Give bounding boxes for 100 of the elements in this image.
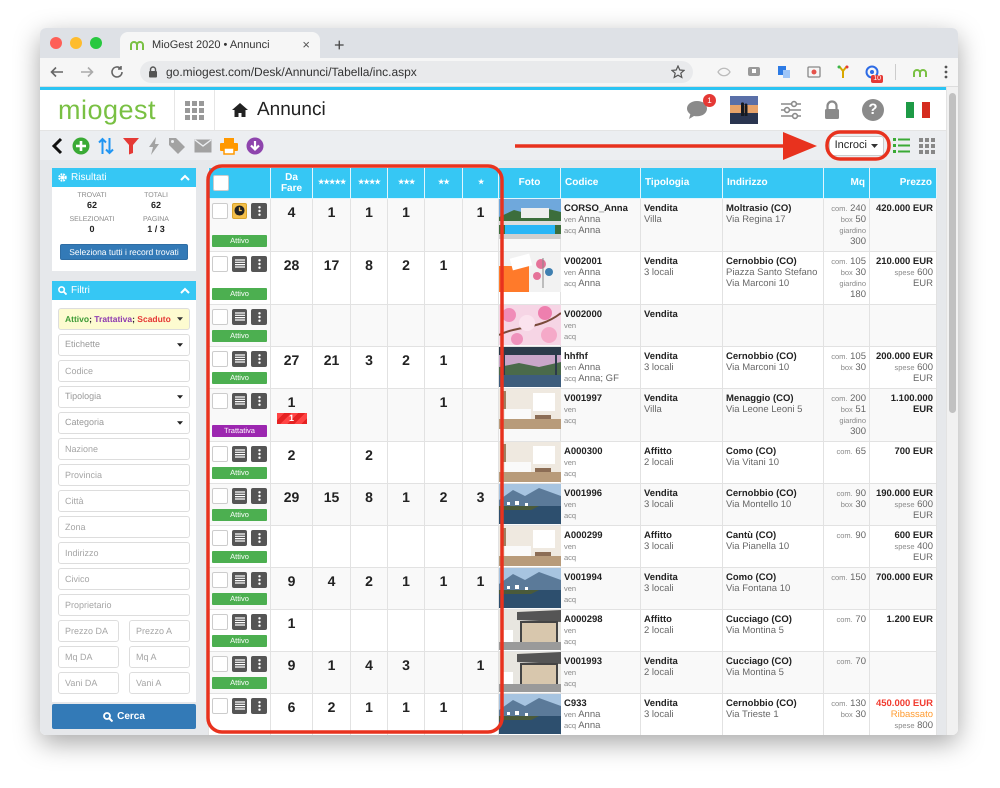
extension-icon[interactable] <box>865 65 879 79</box>
row-checkbox[interactable] <box>212 614 228 630</box>
input-field[interactable]: Mq DA <box>58 646 119 668</box>
sort-icon[interactable] <box>98 136 114 154</box>
apps-grid-icon[interactable] <box>185 100 204 120</box>
select-field[interactable]: Tipologia <box>58 386 190 408</box>
download-icon[interactable] <box>246 136 264 154</box>
more-button[interactable] <box>251 446 268 462</box>
column-header[interactable]: Foto <box>498 168 560 198</box>
notes-button[interactable] <box>232 256 248 272</box>
forward-icon[interactable] <box>80 65 94 79</box>
chevron-up-icon[interactable] <box>180 174 190 181</box>
property-type: 2 locali <box>644 456 675 468</box>
row-checkbox[interactable] <box>212 698 228 714</box>
back-icon[interactable] <box>50 136 64 154</box>
status-select[interactable]: Attivo; Trattativa; Scaduto <box>58 308 190 330</box>
column-header[interactable]: Codice <box>560 168 640 198</box>
menu-icon[interactable] <box>944 65 948 79</box>
input-field[interactable]: Nazione <box>58 438 190 460</box>
list-view-icon[interactable] <box>893 138 910 153</box>
select-field[interactable]: Categoria <box>58 412 190 434</box>
column-header[interactable]: Mq <box>824 168 870 198</box>
help-button[interactable]: ? <box>862 99 884 121</box>
filter-icon[interactable] <box>122 136 140 154</box>
more-button[interactable] <box>251 656 268 672</box>
tag-icon[interactable] <box>168 136 186 154</box>
mail-icon[interactable] <box>194 138 212 152</box>
input-field[interactable]: Codice <box>58 360 190 382</box>
more-button[interactable] <box>251 350 268 366</box>
new-tab-button[interactable]: + <box>330 32 349 58</box>
extension-icon[interactable] <box>837 65 849 79</box>
more-button[interactable] <box>251 530 268 546</box>
view-dropdown[interactable]: Incroci <box>828 136 884 156</box>
add-icon[interactable] <box>72 136 90 154</box>
grid-view-icon[interactable] <box>919 138 935 154</box>
input-field[interactable]: Città <box>58 490 190 512</box>
column-header[interactable]: Indirizzo <box>722 168 824 198</box>
scrollbar[interactable] <box>946 87 958 735</box>
search-button[interactable]: Cerca <box>52 704 196 729</box>
notes-button[interactable] <box>232 308 248 324</box>
input-field[interactable]: Prezzo A <box>129 620 190 642</box>
extension-icon[interactable] <box>807 65 821 79</box>
notes-button[interactable] <box>232 350 248 366</box>
clock-button[interactable] <box>232 202 248 218</box>
column-header[interactable]: Tipologia <box>640 168 722 198</box>
more-button[interactable] <box>251 256 268 272</box>
select-all-button[interactable]: Seleziona tutti i record trovati <box>60 244 188 260</box>
extension-icon[interactable] <box>777 65 791 79</box>
notes-button[interactable] <box>232 698 248 714</box>
more-button[interactable] <box>251 614 268 630</box>
notes-button[interactable] <box>232 488 248 504</box>
chevron-up-icon[interactable] <box>180 287 190 294</box>
column-header[interactable]: Prezzo <box>870 168 936 198</box>
input-field[interactable]: Zona <box>58 516 190 538</box>
chat-icon[interactable] <box>686 100 708 120</box>
input-field[interactable]: Prezzo DA <box>58 620 119 642</box>
more-button[interactable] <box>251 488 268 504</box>
close-button[interactable] <box>50 37 62 49</box>
row-checkbox[interactable] <box>212 350 228 366</box>
more-button[interactable] <box>251 572 268 588</box>
notes-button[interactable] <box>232 530 248 546</box>
row-checkbox[interactable] <box>212 446 228 462</box>
row-checkbox[interactable] <box>212 308 228 324</box>
notes-button[interactable] <box>232 656 248 672</box>
row-checkbox[interactable] <box>212 530 228 546</box>
settings-icon[interactable] <box>780 100 802 120</box>
input-field[interactable]: Civico <box>58 568 190 590</box>
notes-button[interactable] <box>232 572 248 588</box>
row-checkbox[interactable] <box>212 256 228 272</box>
print-icon[interactable] <box>220 136 238 154</box>
input-field[interactable]: Vani DA <box>58 672 119 694</box>
input-field[interactable]: Provincia <box>58 464 190 486</box>
address-bar[interactable]: go.miogest.com/Desk/Annunci/Tabella/inc.aspx <box>140 61 693 83</box>
bolt-icon[interactable] <box>148 136 160 154</box>
input-field[interactable]: Mq A <box>129 646 190 668</box>
more-button[interactable] <box>251 698 268 714</box>
close-tab-button[interactable]: × <box>302 35 310 55</box>
extension-icon[interactable] <box>747 65 761 79</box>
more-button[interactable] <box>251 308 268 324</box>
scrollbar-thumb[interactable] <box>949 93 956 413</box>
more-button[interactable] <box>251 392 268 408</box>
column-header[interactable]: Da Fare <box>270 168 312 198</box>
input-field[interactable]: Proprietario <box>58 594 190 616</box>
star-icon[interactable] <box>671 65 685 79</box>
select-field[interactable]: Etichette <box>58 334 190 356</box>
row-checkbox[interactable] <box>212 392 228 408</box>
input-field[interactable]: Indirizzo <box>58 542 190 564</box>
row-checkbox[interactable] <box>212 572 228 588</box>
row-checkbox[interactable] <box>212 202 228 218</box>
notes-button[interactable] <box>232 614 248 630</box>
notes-button[interactable] <box>232 392 248 408</box>
reload-icon[interactable] <box>110 65 124 79</box>
notes-button[interactable] <box>232 446 248 462</box>
input-field[interactable]: Vani A <box>129 672 190 694</box>
browser-tab[interactable]: MioGest 2020 • Annunci × <box>120 32 320 58</box>
more-button[interactable] <box>251 202 268 218</box>
row-checkbox[interactable] <box>212 488 228 504</box>
select-all-checkbox[interactable] <box>213 174 229 191</box>
lock-icon[interactable] <box>824 100 840 120</box>
row-checkbox[interactable] <box>212 656 228 672</box>
